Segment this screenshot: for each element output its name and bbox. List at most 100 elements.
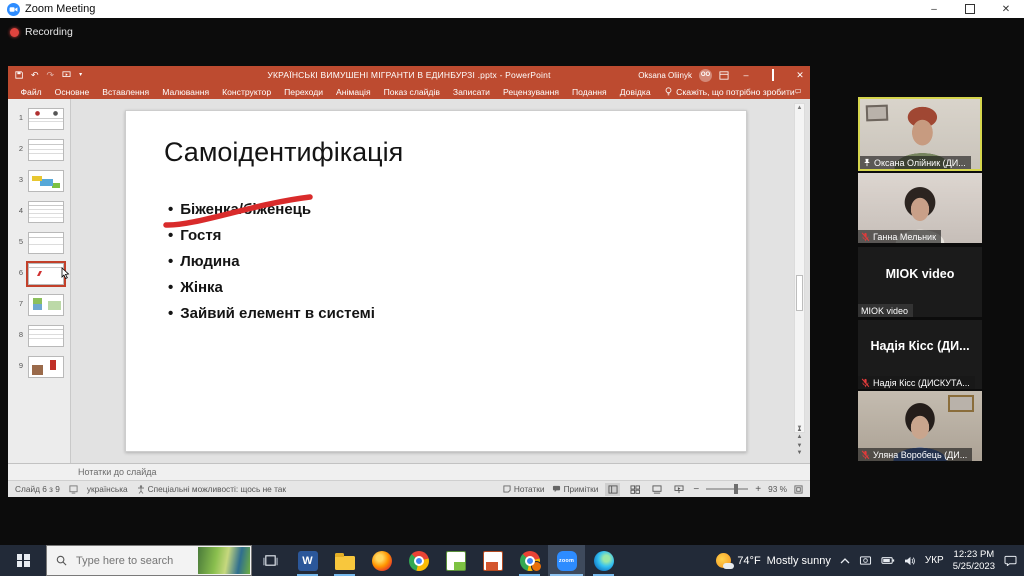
comments-icon[interactable] — [795, 87, 801, 96]
taskbar-calc-button[interactable] — [437, 545, 474, 576]
taskbar-word-button[interactable]: W — [289, 545, 326, 576]
taskbar-chrome-profile-button[interactable] — [511, 545, 548, 576]
zoom-out-button[interactable]: − — [693, 484, 699, 495]
zoom-slider-thumb[interactable] — [734, 484, 738, 494]
zoom-percent[interactable]: 93 % — [768, 484, 787, 494]
weather-widget[interactable]: 74°F Mostly sunny — [716, 553, 831, 568]
language-indicator[interactable]: УКР — [925, 555, 944, 566]
start-button[interactable] — [0, 545, 46, 576]
language-indicator[interactable]: українська — [87, 484, 128, 494]
next-slide-icon[interactable]: ▼▼ — [794, 443, 805, 457]
thumbnail-preview[interactable] — [28, 356, 64, 378]
ribbon-display-options-icon[interactable] — [719, 71, 729, 80]
bullet-item[interactable]: Жінка — [168, 279, 375, 305]
zoom-in-button[interactable]: + — [755, 484, 761, 495]
screen-share-tray-icon[interactable] — [859, 555, 872, 566]
ppt-minimize-button[interactable]: – — [736, 70, 756, 80]
ribbon-tab-record[interactable]: Записати — [446, 87, 496, 97]
notes-toggle[interactable]: Нотатки — [503, 484, 545, 494]
show-hidden-icons-chevron[interactable] — [840, 557, 850, 565]
bullet-item[interactable]: Людина — [168, 253, 375, 279]
ribbon-tab-file[interactable]: Файл — [14, 87, 48, 97]
ribbon-tab-design[interactable]: Конструктор — [216, 87, 278, 97]
scroll-up-icon[interactable]: ▲ — [795, 105, 804, 111]
thumbnail-slide-1[interactable]: 1 — [8, 108, 70, 130]
speaker-tray-icon[interactable] — [904, 556, 916, 566]
taskbar-search-box[interactable] — [46, 545, 252, 576]
slide-canvas[interactable]: Самоідентифікація Біженка/біженець Гостя… — [125, 110, 747, 452]
slide-nav-buttons[interactable]: ▲▲ ▼▼ — [794, 427, 805, 457]
normal-view-button[interactable] — [605, 483, 620, 496]
maximize-button[interactable] — [952, 0, 988, 18]
participant-tile-hanna[interactable]: Ганна Мельник — [858, 173, 982, 243]
thumbnail-slide-3[interactable]: 3 — [8, 170, 70, 192]
action-center-icon[interactable] — [1004, 555, 1017, 566]
scrollbar-thumb[interactable] — [796, 275, 803, 311]
zoom-slider[interactable] — [706, 488, 748, 490]
reading-view-button[interactable] — [649, 483, 664, 496]
slideshow-view-button[interactable] — [671, 483, 686, 496]
thumbnail-slide-8[interactable]: 8 — [8, 325, 70, 347]
undo-icon[interactable]: ↶ — [31, 71, 39, 80]
ribbon-tab-review[interactable]: Рецензування — [496, 87, 565, 97]
taskbar-impress-button[interactable] — [474, 545, 511, 576]
participant-tile-miok[interactable]: MIOK video MIOK video — [858, 247, 982, 317]
ribbon-tab-draw[interactable]: Малювання — [156, 87, 216, 97]
slide-bullet-list[interactable]: Біженка/біженець Гостя Людина Жінка Зайв… — [168, 201, 375, 331]
redo-icon[interactable]: ↷ — [47, 71, 55, 80]
bullet-item[interactable]: Гостя — [168, 227, 375, 253]
thumbnail-slide-2[interactable]: 2 — [8, 139, 70, 161]
ribbon-tab-view[interactable]: Подання — [566, 87, 614, 97]
thumbnail-slide-9[interactable]: 9 — [8, 356, 70, 378]
thumbnail-slide-7[interactable]: 7 — [8, 294, 70, 316]
ppt-close-button[interactable]: ✕ — [790, 70, 810, 81]
ribbon-tab-insert[interactable]: Вставлення — [96, 87, 156, 97]
thumbnail-preview[interactable] — [28, 170, 64, 192]
taskbar-firefox-button[interactable] — [363, 545, 400, 576]
slide-sorter-view-button[interactable] — [627, 483, 642, 496]
taskbar-zoom-button-active[interactable]: zoom — [548, 545, 585, 576]
search-input[interactable] — [74, 554, 198, 568]
save-icon[interactable] — [15, 71, 23, 79]
qat-customize-icon[interactable]: ▾ — [79, 72, 82, 78]
accessibility-checker[interactable]: Спеціальні можливості: щось не так — [137, 484, 286, 494]
thumbnail-slide-6-selected[interactable]: 6 — [8, 263, 70, 285]
thumbnail-slide-4[interactable]: 4 — [8, 201, 70, 223]
slide-scrollbar[interactable]: ▲ ▼ — [794, 103, 805, 433]
ribbon-tab-slideshow[interactable]: Показ слайдів — [377, 87, 446, 97]
search-highlight-image[interactable] — [198, 547, 250, 574]
participant-tile-oksana[interactable]: Оксана Олійник (ДИ... — [858, 97, 982, 171]
start-slideshow-icon[interactable] — [62, 71, 71, 79]
previous-slide-icon[interactable]: ▲▲ — [794, 427, 805, 441]
taskbar-file-explorer-button[interactable] — [326, 545, 363, 576]
ppt-restore-button[interactable] — [763, 70, 783, 80]
display-settings-icon[interactable] — [69, 485, 78, 494]
slide-title[interactable]: Самоідентифікація — [164, 137, 403, 168]
thumbnail-preview[interactable] — [28, 139, 64, 161]
taskbar-edge-button[interactable] — [585, 545, 622, 576]
ribbon-tab-transitions[interactable]: Переходи — [278, 87, 330, 97]
thumbnail-preview[interactable] — [28, 108, 64, 130]
close-button[interactable]: ✕ — [988, 0, 1024, 18]
taskbar-clock[interactable]: 12:23 PM 5/25/2023 — [953, 549, 995, 572]
participant-tile-nadiia[interactable]: Надія Кісс (ДИ... Надія Кісс (ДИСКУТА... — [858, 320, 982, 389]
account-avatar[interactable]: OO — [699, 69, 712, 82]
bullet-item[interactable]: Біженка/біженець — [168, 201, 375, 227]
thumbnail-slide-5[interactable]: 5 — [8, 232, 70, 254]
thumbnail-preview[interactable] — [28, 232, 64, 254]
task-view-button[interactable] — [252, 545, 289, 576]
thumbnail-preview[interactable] — [28, 325, 64, 347]
fit-slide-to-window-icon[interactable] — [794, 485, 803, 494]
comments-toggle[interactable]: Примітки — [552, 484, 599, 494]
battery-tray-icon[interactable] — [881, 556, 895, 565]
thumbnail-preview[interactable] — [28, 201, 64, 223]
notes-pane[interactable]: Нотатки до слайда — [8, 463, 810, 480]
participant-tile-ulyana[interactable]: Уляна Воробець (ДИ... — [858, 391, 982, 461]
thumbnail-preview[interactable] — [28, 294, 64, 316]
minimize-button[interactable]: – — [916, 0, 952, 18]
account-name[interactable]: Oksana Oliinyk — [638, 71, 692, 80]
slide-thumbnail-panel[interactable]: 1 2 3 4 5 6 7 8 9 — [8, 99, 71, 463]
taskbar-chrome-button[interactable] — [400, 545, 437, 576]
ribbon-tab-help[interactable]: Довідка — [613, 87, 657, 97]
tell-me-search[interactable]: Скажіть, що потрібно зробити — [665, 87, 795, 97]
